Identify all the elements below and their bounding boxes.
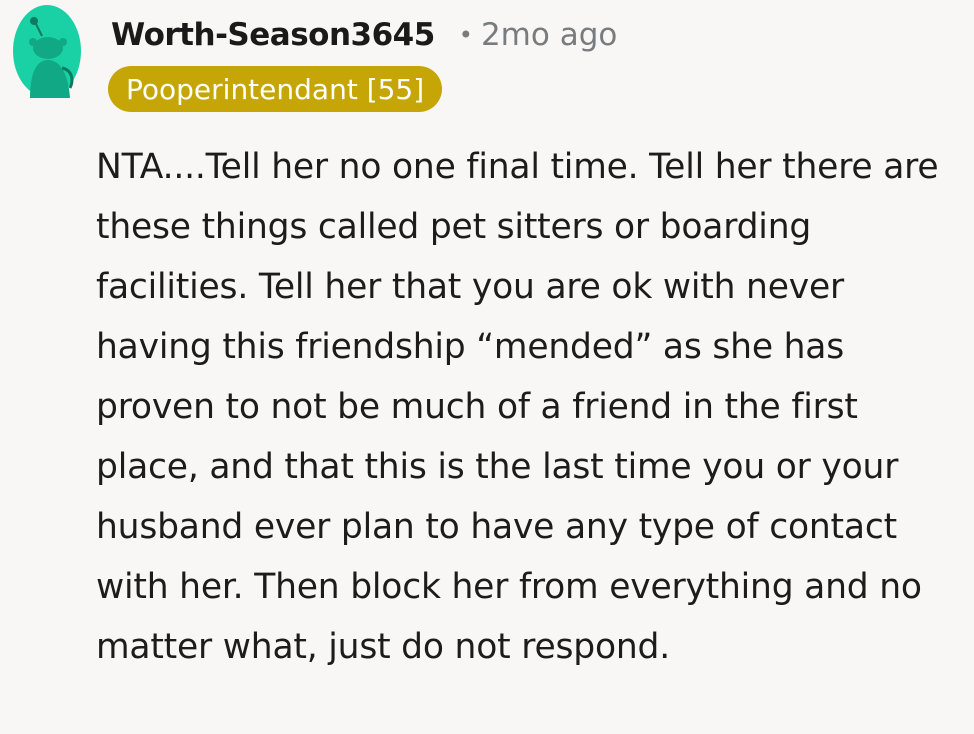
comment-header: Worth-Season3645 • 2mo ago [111,12,617,58]
comment-body: NTA....Tell her no one final time. Tell … [96,147,939,667]
user-flair-badge: Pooperintendant [55] [108,66,443,112]
timestamp-link[interactable]: 2mo ago [481,17,617,53]
comment: Worth-Season3645 • 2mo ago Pooperintenda… [0,0,974,734]
reddit-snoo-avatar-icon [13,5,81,98]
separator-dot: • [458,21,473,49]
avatar[interactable] [12,4,82,98]
username-link[interactable]: Worth-Season3645 [111,17,435,53]
